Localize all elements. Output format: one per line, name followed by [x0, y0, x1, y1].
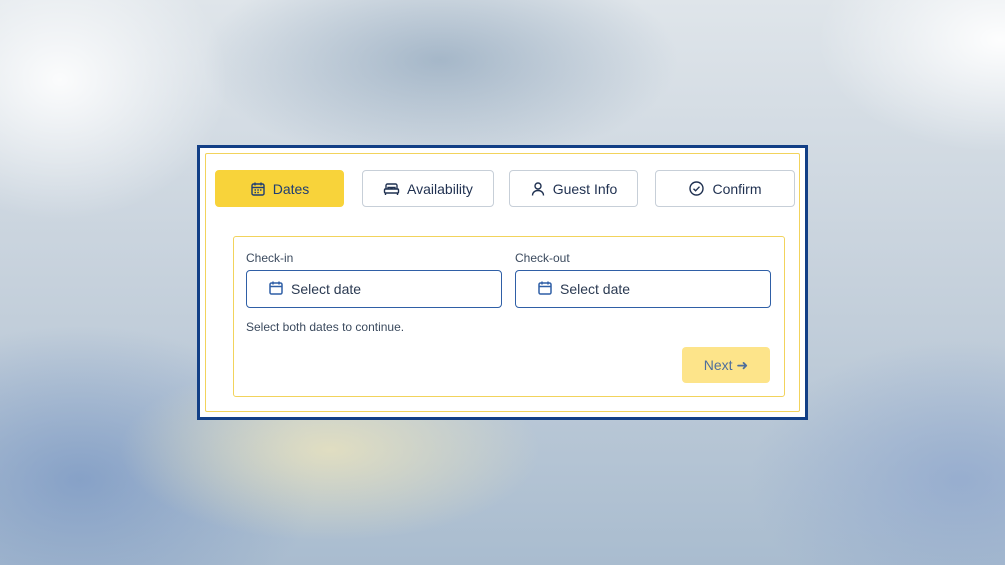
- tab-guest-info[interactable]: Guest Info: [509, 170, 638, 207]
- checkout-date-value: Select date: [560, 281, 631, 297]
- booking-widget-inner: Dates Availability Guest Info Confirm Ch…: [205, 153, 800, 412]
- checkin-date-field[interactable]: Select date: [246, 270, 502, 308]
- tab-guest-info-label: Guest Info: [552, 180, 618, 197]
- tab-confirm-label: Confirm: [712, 180, 762, 197]
- next-button[interactable]: Next ➜: [682, 347, 770, 383]
- tab-dates[interactable]: Dates: [215, 170, 344, 207]
- next-button-label: Next: [703, 357, 733, 373]
- checkout-date-field[interactable]: Select date: [515, 270, 771, 308]
- arrow-right-icon: ➜: [736, 356, 749, 373]
- tab-availability-label: Availability: [407, 180, 473, 197]
- tab-availability[interactable]: Availability: [362, 170, 494, 207]
- check-circle-icon: [688, 180, 705, 197]
- checkout-label: Check-out: [515, 251, 570, 265]
- dates-panel: Check-in Select date Check-out Select da…: [233, 236, 785, 397]
- checkin-date-value: Select date: [291, 281, 362, 297]
- tab-dates-label: Dates: [272, 180, 310, 197]
- tab-confirm[interactable]: Confirm: [655, 170, 795, 207]
- calendar-icon: [537, 280, 553, 299]
- calendar-icon: [268, 280, 284, 299]
- calendar-icon: [250, 181, 266, 197]
- helper-text: Select both dates to continue.: [246, 320, 405, 334]
- user-icon: [530, 181, 546, 197]
- bed-icon: [383, 181, 400, 197]
- step-tabs: Dates Availability Guest Info Confirm: [215, 166, 795, 207]
- booking-widget: Dates Availability Guest Info Confirm Ch…: [197, 145, 808, 420]
- checkin-label: Check-in: [246, 251, 294, 265]
